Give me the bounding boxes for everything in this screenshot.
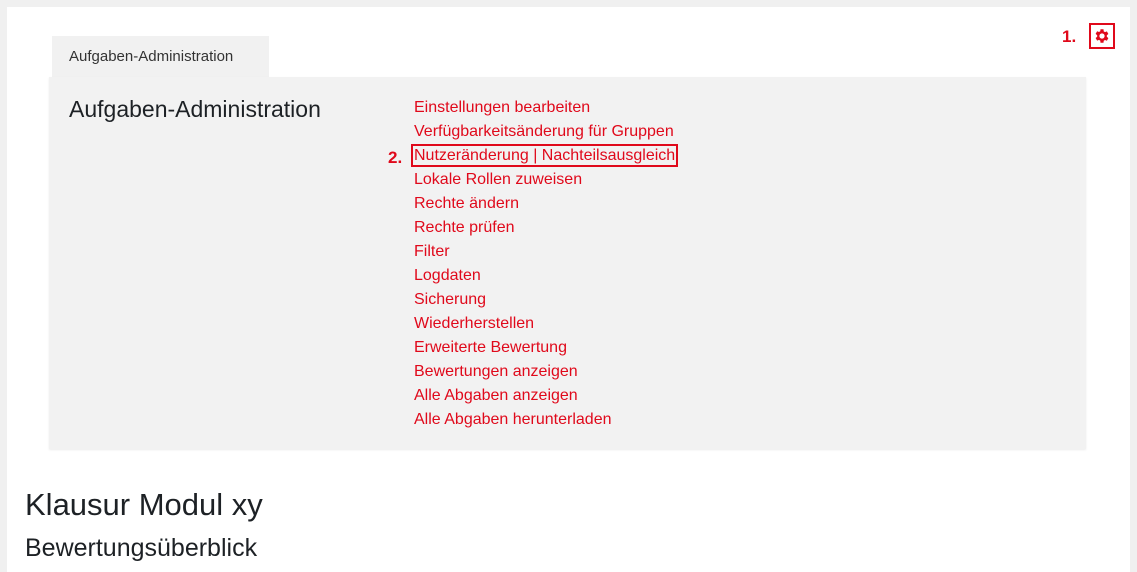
settings-gear-button[interactable]	[1089, 23, 1115, 49]
menu-item-alle-abgaben-anzeigen[interactable]: Alle Abgaben anzeigen	[414, 385, 675, 409]
menu-item-filter[interactable]: Filter	[414, 241, 675, 265]
menu-item-erweiterte-bewertung[interactable]: Erweiterte Bewertung	[414, 337, 675, 361]
menu-item-einstellungen-bearbeiten[interactable]: Einstellungen bearbeiten	[414, 97, 675, 121]
admin-menu: Einstellungen bearbeiten Verfügbarkeitsä…	[410, 97, 679, 433]
menu-item-nutzeraenderung[interactable]: Nutzeränderung | Nachteilsausgleich	[410, 144, 679, 169]
tab-label: Aufgaben-Administration	[69, 48, 234, 65]
annotation-step-1: 1.	[1062, 27, 1077, 46]
menu-item-rechte-aendern[interactable]: Rechte ändern	[414, 193, 675, 217]
page-title: Klausur Modul xy	[25, 487, 263, 522]
menu-item-lokale-rollen[interactable]: Lokale Rollen zuweisen	[414, 169, 675, 193]
menu-item-rechte-pruefen[interactable]: Rechte prüfen	[414, 217, 675, 241]
menu-item-verfuegbarkeitsaenderung[interactable]: Verfügbarkeitsänderung für Gruppen	[414, 121, 675, 145]
tab-aufgaben-administration[interactable]: Aufgaben-Administration	[52, 36, 269, 77]
menu-item-bewertungen-anzeigen[interactable]: Bewertungen anzeigen	[414, 361, 675, 385]
panel-title: Aufgaben-Administration	[69, 96, 321, 122]
annotation-step-2: 2.	[388, 148, 403, 167]
page-subtitle: Bewertungsüberblick	[25, 534, 258, 562]
menu-item-sicherung[interactable]: Sicherung	[414, 289, 675, 313]
menu-item-logdaten[interactable]: Logdaten	[414, 265, 675, 289]
gear-icon	[1095, 29, 1109, 43]
menu-item-wiederherstellen[interactable]: Wiederherstellen	[414, 313, 675, 337]
menu-item-alle-abgaben-herunterladen[interactable]: Alle Abgaben herunterladen	[414, 409, 675, 433]
